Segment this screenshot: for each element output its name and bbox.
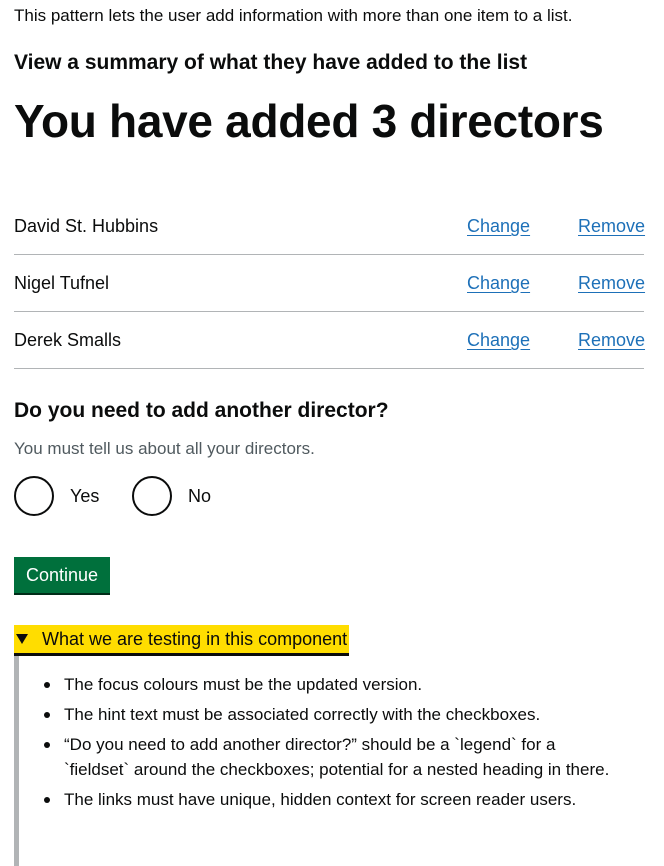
list-item: “Do you need to add another director?” s… xyxy=(41,732,611,782)
bullet-icon xyxy=(44,742,50,748)
change-link[interactable]: Change xyxy=(467,271,530,295)
change-link[interactable]: Change xyxy=(467,328,530,352)
list-item-text: The links must have unique, hidden conte… xyxy=(64,790,577,809)
summary-row: Nigel Tufnel Change Remove xyxy=(14,255,645,312)
details-summary-toggle[interactable]: What we are testing in this component xyxy=(14,625,350,653)
director-name: Derek Smalls xyxy=(14,330,122,350)
directors-summary-list: David St. Hubbins Change Remove Nigel Tu… xyxy=(14,198,645,369)
details-body: The focus colours must be the updated ve… xyxy=(14,656,614,866)
radio-no[interactable]: No xyxy=(132,475,211,517)
remove-link[interactable]: Remove xyxy=(578,328,645,352)
list-item-text: “Do you need to add another director?” s… xyxy=(64,735,610,779)
bullet-icon xyxy=(44,712,50,718)
director-name: Nigel Tufnel xyxy=(14,273,110,293)
radio-yes-label[interactable]: Yes xyxy=(70,486,99,507)
summary-row: Derek Smalls Change Remove xyxy=(14,312,645,369)
change-link[interactable]: Change xyxy=(467,214,530,238)
list-item: The focus colours must be the updated ve… xyxy=(41,672,611,697)
remove-link[interactable]: Remove xyxy=(578,271,645,295)
question-hint: You must tell us about all your director… xyxy=(14,439,315,458)
director-name: David St. Hubbins xyxy=(14,216,159,236)
page-title: You have added 3 directors xyxy=(14,95,604,147)
subheading: View a summary of what they have added t… xyxy=(14,51,528,74)
list-item: The links must have unique, hidden conte… xyxy=(41,787,611,812)
radio-yes[interactable]: Yes xyxy=(14,475,99,517)
testing-list: The focus colours must be the updated ve… xyxy=(41,672,611,817)
remove-link[interactable]: Remove xyxy=(578,214,645,238)
triangle-down-icon xyxy=(16,634,28,644)
bullet-icon xyxy=(44,797,50,803)
details-summary-text[interactable]: What we are testing in this component xyxy=(42,627,347,651)
list-item-text: The focus colours must be the updated ve… xyxy=(64,675,423,694)
intro-text: This pattern lets the user add informati… xyxy=(14,6,573,25)
list-item: The hint text must be associated correct… xyxy=(41,702,611,727)
radio-yes-circle[interactable] xyxy=(14,476,54,516)
bullet-icon xyxy=(44,682,50,688)
continue-button[interactable]: Continue xyxy=(14,557,111,593)
radio-no-label[interactable]: No xyxy=(188,486,211,507)
summary-row: David St. Hubbins Change Remove xyxy=(14,198,645,255)
radio-no-circle[interactable] xyxy=(132,476,172,516)
list-item-text: The hint text must be associated correct… xyxy=(64,705,541,724)
question-legend: Do you need to add another director? xyxy=(14,399,389,422)
